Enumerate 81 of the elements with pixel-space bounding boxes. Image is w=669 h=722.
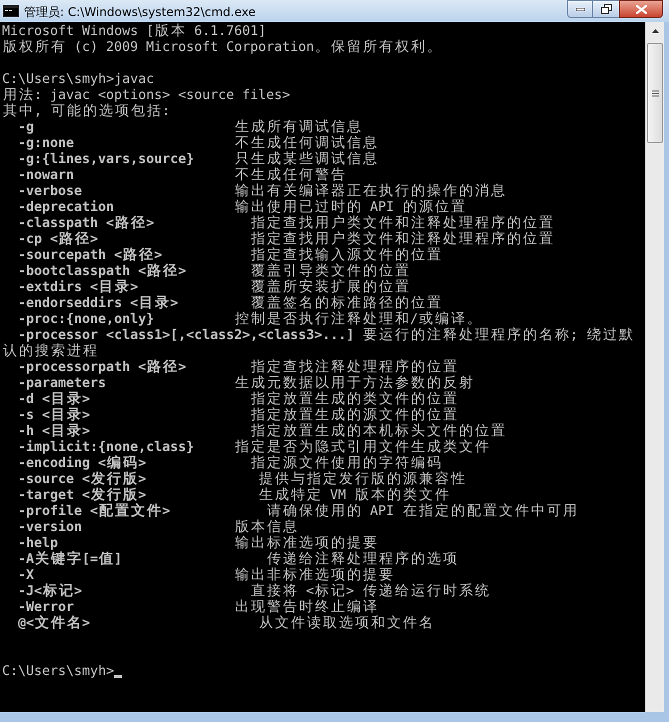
- option-name: -Werror: [18, 600, 74, 615]
- close-icon: [636, 4, 646, 14]
- option-name: -classpath <路径>: [18, 215, 154, 232]
- option-description: 指定放置生成的类文件的位置: [250, 391, 458, 407]
- option-description: 指定放置生成的源文件的位置: [250, 407, 458, 423]
- option-description: 传递给注释处理程序的选项: [266, 551, 458, 568]
- option-name: -g: [18, 120, 34, 136]
- option-description: 输出使用已过时的 API 的源位置: [234, 199, 466, 215]
- close-button[interactable]: [619, 0, 663, 18]
- console-line: 用法: javac <options> <source files>: [2, 87, 290, 104]
- option-description: 指定查找注释处理程序的位置: [250, 359, 458, 375]
- option-description: 指定放置生成的本机标头文件的位置: [250, 423, 506, 439]
- option-description: 指定查找用户类文件和注释处理程序的位置: [250, 215, 554, 231]
- option-description: 输出标准选项的提要: [234, 535, 378, 551]
- option-description: 出现警告时终止编译: [234, 599, 378, 615]
- option-description: 输出有关编译器正在执行的操作的消息: [234, 183, 506, 200]
- maximize-button[interactable]: [593, 0, 619, 18]
- option-description: 指定查找用户类文件和注释处理程序的位置: [250, 231, 554, 247]
- console-line: C:\Users\smyh>javac: [2, 72, 154, 88]
- option-description: 不生成任何调试信息: [234, 135, 378, 151]
- option-name: -processor <class1>[,<class2>,<class3>...]: [18, 328, 354, 343]
- minimize-icon: [576, 8, 584, 10]
- option-name: -endorseddirs <目录>: [18, 295, 178, 312]
- option-name: -implicit:{none,class}: [18, 440, 194, 455]
- option-description: 版本信息: [234, 519, 298, 536]
- scrollbar[interactable]: [645, 22, 664, 712]
- option-name: -X: [18, 568, 34, 584]
- restore-icon: [600, 4, 612, 14]
- option-description: 指定是否为隐式引用文件生成类文件: [234, 439, 490, 455]
- option-description: 生成所有调试信息: [234, 119, 362, 136]
- minimize-button[interactable]: [567, 0, 593, 18]
- option-name: -J<标记>: [18, 583, 82, 600]
- option-description: 生成特定 VM 版本的类文件: [258, 487, 450, 503]
- option-name: -cp <路径>: [18, 231, 98, 248]
- option-name: -verbose: [18, 184, 82, 200]
- option-description: 指定查找输入源文件的位置: [250, 247, 442, 263]
- option-description: 不生成任何警告: [234, 167, 346, 183]
- option-name: -proc:{none,only}: [18, 312, 154, 328]
- option-name: -target <发行版>: [18, 487, 146, 503]
- option-name: -bootclasspath <路径>: [18, 263, 186, 280]
- option-description: 覆盖签名的标准路径的位置: [250, 295, 442, 311]
- console-line: 认的搜索进程: [2, 343, 98, 360]
- grip-icon: [652, 90, 658, 96]
- option-description: 提供与指定发行版的源兼容性: [258, 471, 466, 487]
- option-description: 控制是否执行注释处理和/或编译。: [234, 311, 482, 327]
- option-name: -deprecation: [18, 200, 114, 216]
- option-name: -s <目录>: [18, 407, 90, 424]
- option-name: -d <目录>: [18, 391, 90, 408]
- option-description: 生成元数据以用于方法参数的反射: [234, 375, 474, 391]
- option-description: 只生成某些调试信息: [234, 151, 378, 167]
- option-name: -nowarn: [18, 168, 74, 184]
- option-description: 从文件读取选项和文件名: [258, 615, 434, 632]
- window-title: 管理员: C:\Windows\system32\cmd.exe: [24, 4, 256, 21]
- scroll-thumb[interactable]: [647, 43, 663, 143]
- terminal-icon: [3, 5, 19, 17]
- option-name: -version: [18, 520, 82, 536]
- option-description: 指定源文件使用的字符编码: [250, 455, 442, 471]
- console-line: 版权所有 (c) 2009 Microsoft Corporation。保留所有权利。: [2, 39, 442, 56]
- option-name: -help: [18, 536, 58, 551]
- option-name: -A关键字[=值]: [18, 551, 122, 568]
- option-name: -sourcepath <路径>: [18, 247, 162, 264]
- console-line: C:\Users\smyh>: [2, 664, 114, 680]
- option-name: -h <目录>: [18, 423, 90, 440]
- option-name: -g:none: [18, 136, 74, 152]
- option-description: 要运行的注释处理程序的名称; 绕过默: [362, 327, 634, 344]
- option-description: 输出非标准选项的提要: [234, 567, 394, 583]
- option-description: 覆盖所安装扩展的位置: [250, 279, 410, 295]
- option-name: -extdirs <目录>: [18, 279, 138, 296]
- option-name: -source <发行版>: [18, 471, 146, 488]
- console-line: Microsoft Windows [版本 6.1.7601]: [2, 23, 266, 40]
- option-description: 请确保使用的 API 在指定的配置文件中可用: [266, 503, 578, 520]
- option-name: -processorpath <路径>: [18, 359, 186, 376]
- console-line: 其中, 可能的选项包括:: [2, 103, 170, 120]
- up-arrow-icon: [652, 28, 658, 32]
- option-name: -encoding <编码>: [18, 455, 146, 472]
- option-name: -g:{lines,vars,source}: [18, 152, 194, 168]
- option-name: -profile <配置文件>: [18, 503, 170, 520]
- option-description: 覆盖引导类文件的位置: [250, 263, 410, 279]
- option-description: 直接将 <标记> 传递给运行时系统: [250, 583, 490, 599]
- option-name: -parameters: [18, 376, 106, 392]
- option-name: @<文件名>: [18, 615, 90, 632]
